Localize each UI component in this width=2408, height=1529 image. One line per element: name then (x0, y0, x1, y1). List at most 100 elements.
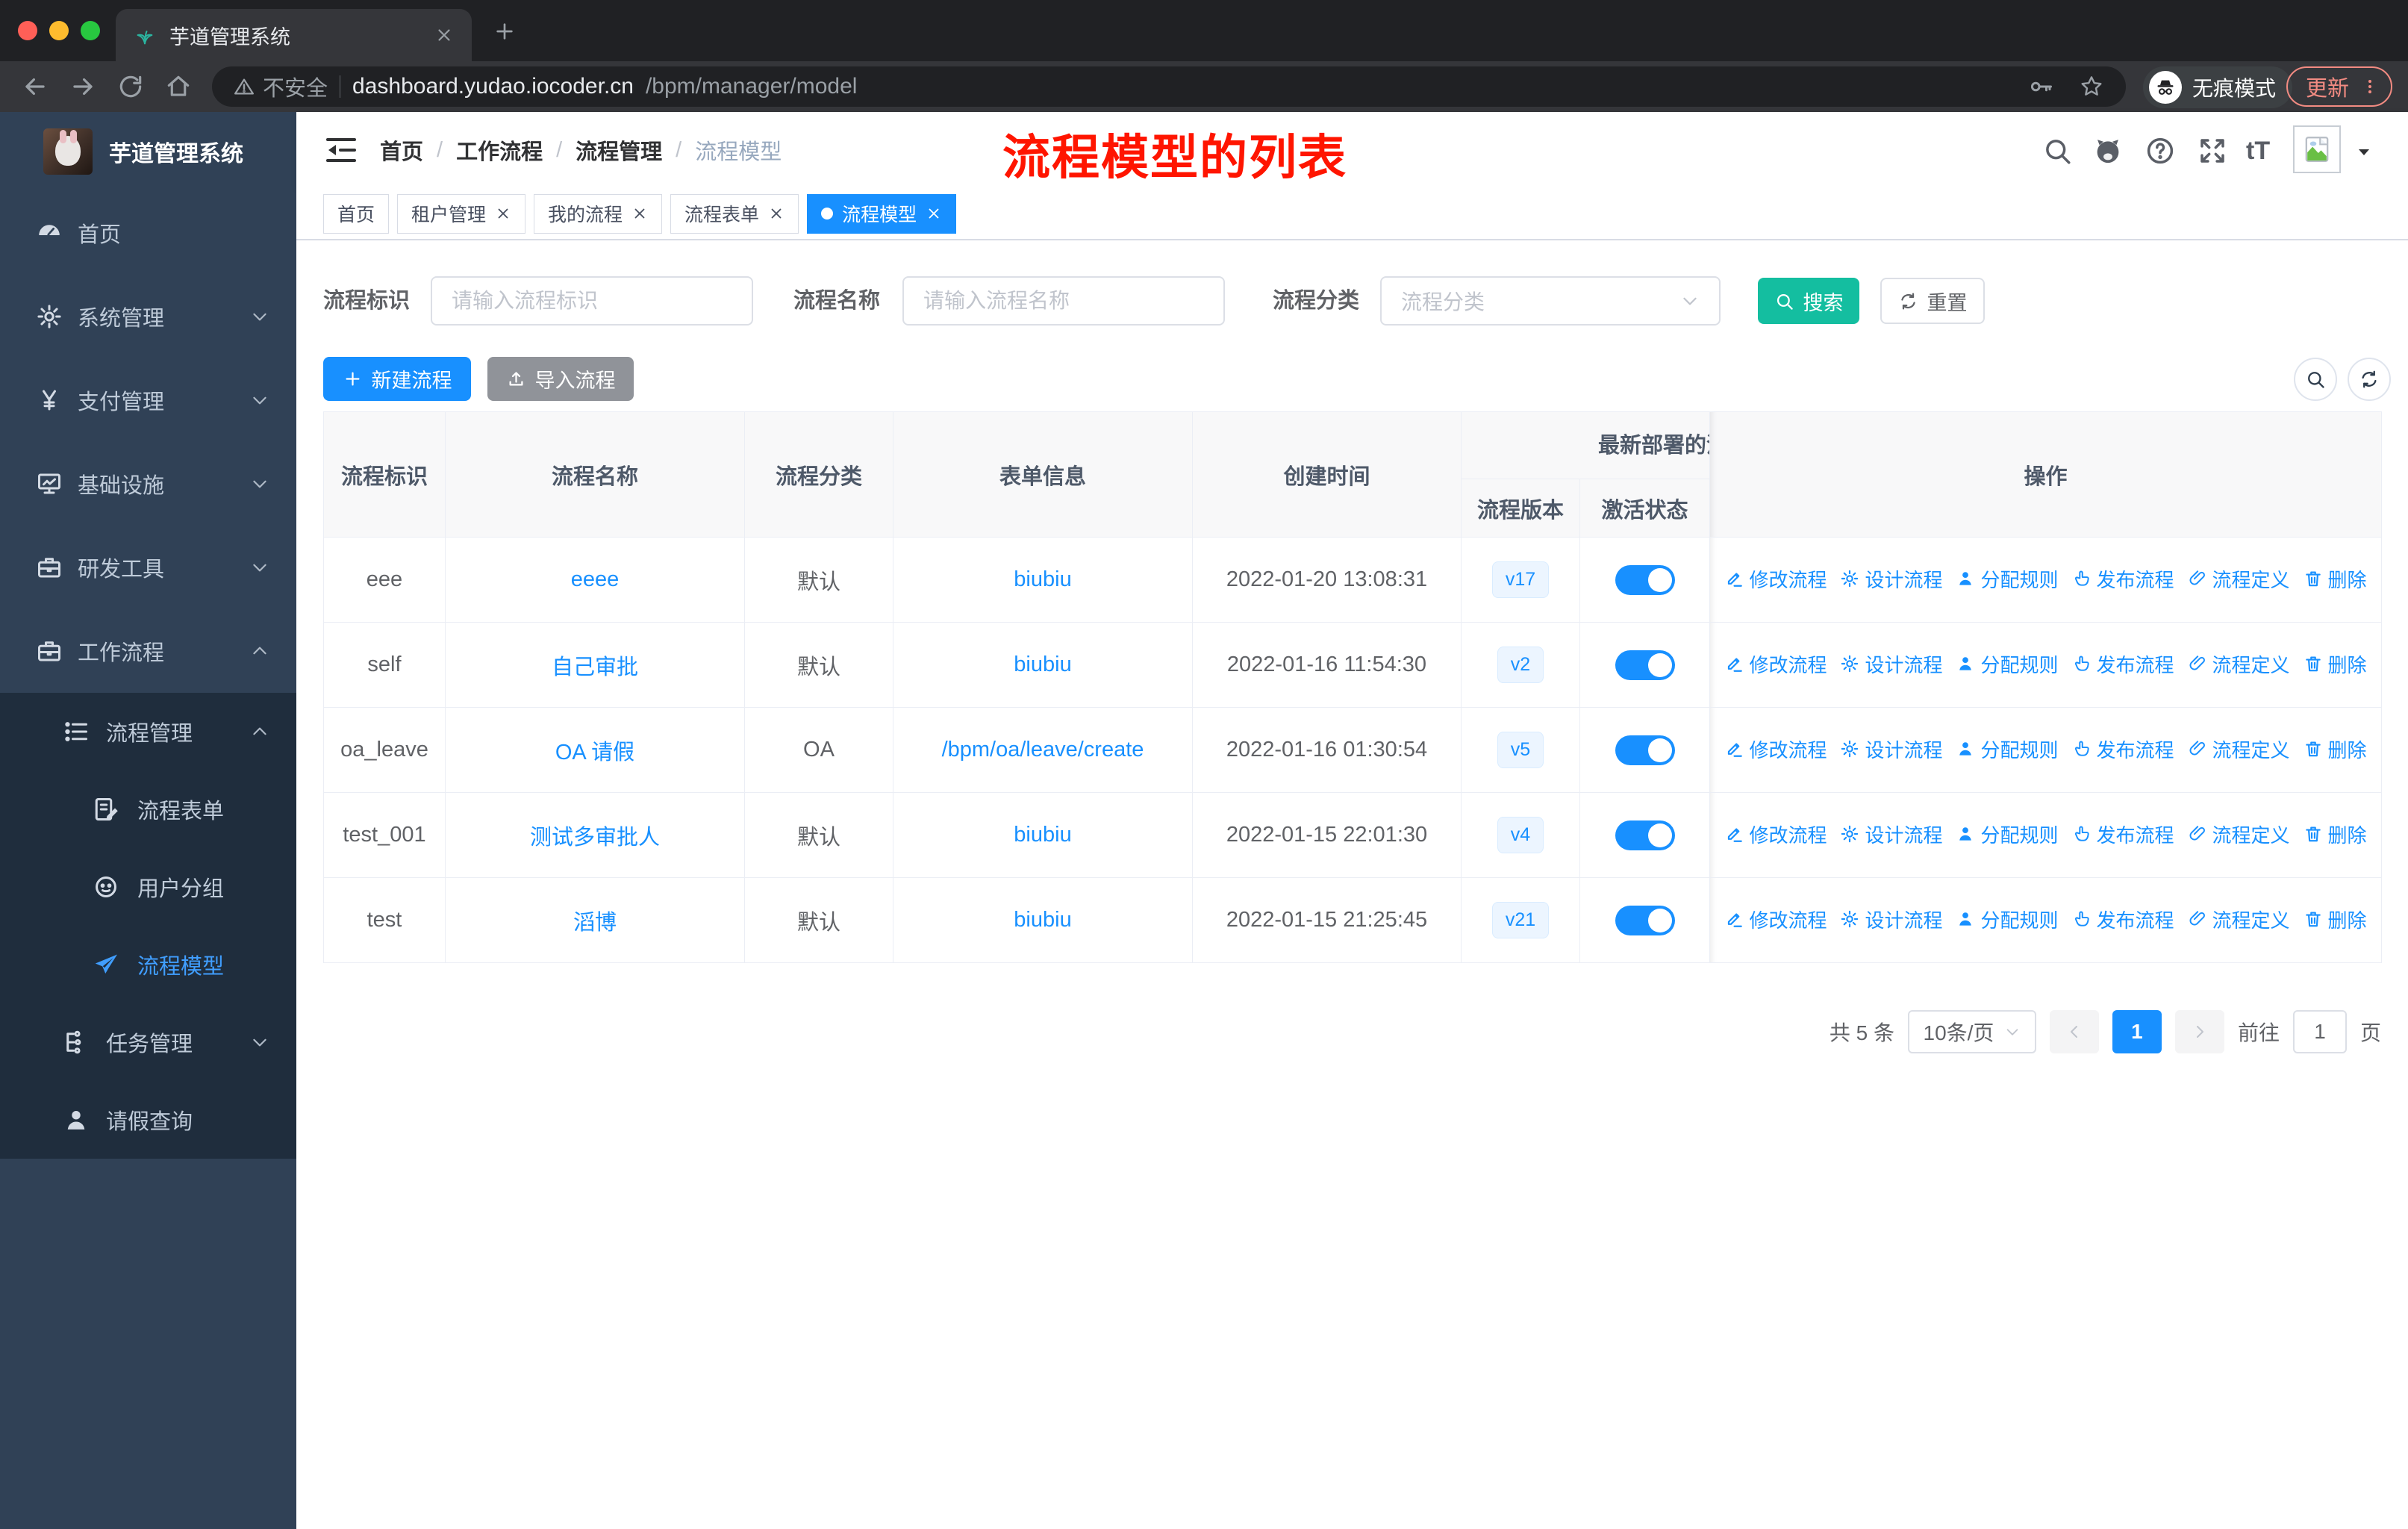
sidebar-item-leave-query[interactable]: 请假查询 (0, 1081, 296, 1159)
sidebar-item-workflow[interactable]: 工作流程 (0, 609, 296, 693)
reload-icon[interactable] (116, 72, 145, 101)
browser-tab[interactable]: 芋道管理系统 (116, 9, 472, 61)
modify-action-link[interactable]: 修改流程 (1724, 820, 1827, 848)
sidebar-item-system[interactable]: 系统管理 (0, 275, 296, 358)
avatar[interactable] (2293, 125, 2341, 173)
form-info-link[interactable]: biubiu (1014, 823, 1071, 847)
window-minimize-button[interactable] (49, 21, 69, 40)
delete-action-link[interactable]: 删除 (2303, 820, 2367, 848)
design-action-link[interactable]: 设计流程 (1840, 820, 1942, 848)
fullscreen-icon[interactable] (2197, 135, 2228, 166)
process-name-link[interactable]: eeee (571, 567, 620, 591)
tag-process-model[interactable]: 流程模型 (807, 193, 957, 234)
refresh-table-button[interactable] (2348, 358, 2391, 401)
breadcrumb-item[interactable]: 工作流程 (456, 134, 543, 166)
sidebar-item-payment[interactable]: 支付管理 (0, 358, 296, 442)
breadcrumb-item[interactable]: 流程管理 (576, 134, 662, 166)
delete-action-link[interactable]: 删除 (2303, 650, 2367, 678)
tag-close-icon[interactable] (495, 205, 511, 222)
publish-action-link[interactable]: 发布流程 (2072, 820, 2174, 848)
sidebar-item-task-management[interactable]: 任务管理 (0, 1003, 296, 1081)
definition-action-link[interactable]: 流程定义 (2188, 906, 2290, 933)
tag-close-icon[interactable] (631, 205, 648, 222)
delete-action-link[interactable]: 删除 (2303, 735, 2367, 763)
design-action-link[interactable]: 设计流程 (1840, 735, 1942, 763)
design-action-link[interactable]: 设计流程 (1840, 650, 1942, 678)
active-toggle[interactable] (1615, 564, 1675, 595)
process-name-link[interactable]: OA 请假 (555, 741, 634, 764)
form-info-link[interactable]: /bpm/oa/leave/create (942, 738, 1144, 762)
help-icon[interactable] (2145, 135, 2176, 166)
new-tab-button[interactable] (493, 19, 517, 43)
update-button[interactable]: 更新 (2286, 66, 2393, 107)
password-key-icon[interactable] (2027, 73, 2054, 100)
sidebar-item-process-model[interactable]: 流程模型 (0, 926, 296, 1003)
assign-rule-action-link[interactable]: 分配规则 (1956, 735, 2059, 763)
tag-close-icon[interactable] (926, 205, 942, 222)
page-size-select[interactable]: 10条/页 (1907, 1010, 2036, 1053)
active-toggle[interactable] (1615, 905, 1675, 935)
address-bar[interactable]: 不安全 dashboard.yudao.iocoder.cn/bpm/manag… (212, 66, 2126, 107)
create-process-button[interactable]: 新建流程 (323, 357, 471, 401)
design-action-link[interactable]: 设计流程 (1840, 565, 1942, 593)
avatar-caret-down-icon[interactable] (2355, 143, 2373, 161)
process-category-select[interactable]: 流程分类 (1380, 276, 1721, 326)
breadcrumb-item[interactable]: 首页 (380, 134, 423, 166)
active-toggle[interactable] (1615, 735, 1675, 765)
sidebar-item-user-group[interactable]: 用户分组 (0, 848, 296, 926)
import-process-button[interactable]: 导入流程 (487, 357, 634, 401)
tag-my-process[interactable]: 我的流程 (534, 193, 663, 234)
security-chip[interactable]: 不安全 (233, 71, 328, 102)
sidebar-item-process-form[interactable]: 流程表单 (0, 770, 296, 848)
modify-action-link[interactable]: 修改流程 (1724, 735, 1827, 763)
bookmark-star-icon[interactable] (2078, 73, 2105, 100)
assign-rule-action-link[interactable]: 分配规则 (1956, 565, 2059, 593)
tag-process-form[interactable]: 流程表单 (670, 193, 799, 234)
browser-menu-dots-icon[interactable] (2361, 78, 2379, 96)
process-name-link[interactable]: 测试多审批人 (530, 826, 660, 850)
assign-rule-action-link[interactable]: 分配规则 (1956, 820, 2059, 848)
modify-action-link[interactable]: 修改流程 (1724, 650, 1827, 678)
sidebar-item-home[interactable]: 首页 (0, 191, 296, 275)
back-icon[interactable] (21, 72, 49, 101)
sidebar-item-process-management[interactable]: 流程管理 (0, 693, 296, 770)
tag-tenant[interactable]: 租户管理 (397, 193, 526, 234)
delete-action-link[interactable]: 删除 (2303, 906, 2367, 933)
sidebar-collapse-icon[interactable] (323, 132, 359, 168)
publish-action-link[interactable]: 发布流程 (2072, 906, 2174, 933)
definition-action-link[interactable]: 流程定义 (2188, 565, 2290, 593)
home-icon[interactable] (164, 72, 193, 101)
definition-action-link[interactable]: 流程定义 (2188, 820, 2290, 848)
prev-page-button[interactable] (2049, 1010, 2099, 1053)
window-close-button[interactable] (18, 21, 37, 40)
reset-button[interactable]: 重置 (1880, 278, 1985, 324)
active-toggle[interactable] (1615, 820, 1675, 850)
process-name-input[interactable] (902, 276, 1225, 326)
publish-action-link[interactable]: 发布流程 (2072, 650, 2174, 678)
font-size-icon[interactable]: tT (2246, 137, 2270, 168)
github-icon[interactable] (2092, 135, 2124, 166)
modify-action-link[interactable]: 修改流程 (1724, 906, 1827, 933)
tab-close-icon[interactable] (434, 25, 454, 45)
sidebar-item-dev-tools[interactable]: 研发工具 (0, 526, 296, 609)
form-info-link[interactable]: biubiu (1014, 567, 1071, 591)
definition-action-link[interactable]: 流程定义 (2188, 650, 2290, 678)
tag-close-icon[interactable] (768, 205, 785, 222)
form-info-link[interactable]: biubiu (1014, 653, 1071, 676)
goto-page-input[interactable] (2292, 1010, 2347, 1053)
definition-action-link[interactable]: 流程定义 (2188, 735, 2290, 763)
sidebar-item-infrastructure[interactable]: 基础设施 (0, 442, 296, 526)
assign-rule-action-link[interactable]: 分配规则 (1956, 906, 2059, 933)
toggle-search-button[interactable] (2294, 358, 2337, 401)
publish-action-link[interactable]: 发布流程 (2072, 735, 2174, 763)
forward-icon[interactable] (69, 72, 97, 101)
process-name-link[interactable]: 自己审批 (552, 655, 638, 679)
process-id-input[interactable] (431, 276, 753, 326)
publish-action-link[interactable]: 发布流程 (2072, 565, 2174, 593)
search-button[interactable]: 搜索 (1758, 278, 1859, 324)
current-page-button[interactable]: 1 (2112, 1010, 2162, 1053)
sidebar-logo-row[interactable]: 芋道管理系统 (0, 112, 296, 191)
search-icon[interactable] (2042, 135, 2073, 166)
window-zoom-button[interactable] (81, 21, 100, 40)
form-info-link[interactable]: biubiu (1014, 908, 1071, 932)
